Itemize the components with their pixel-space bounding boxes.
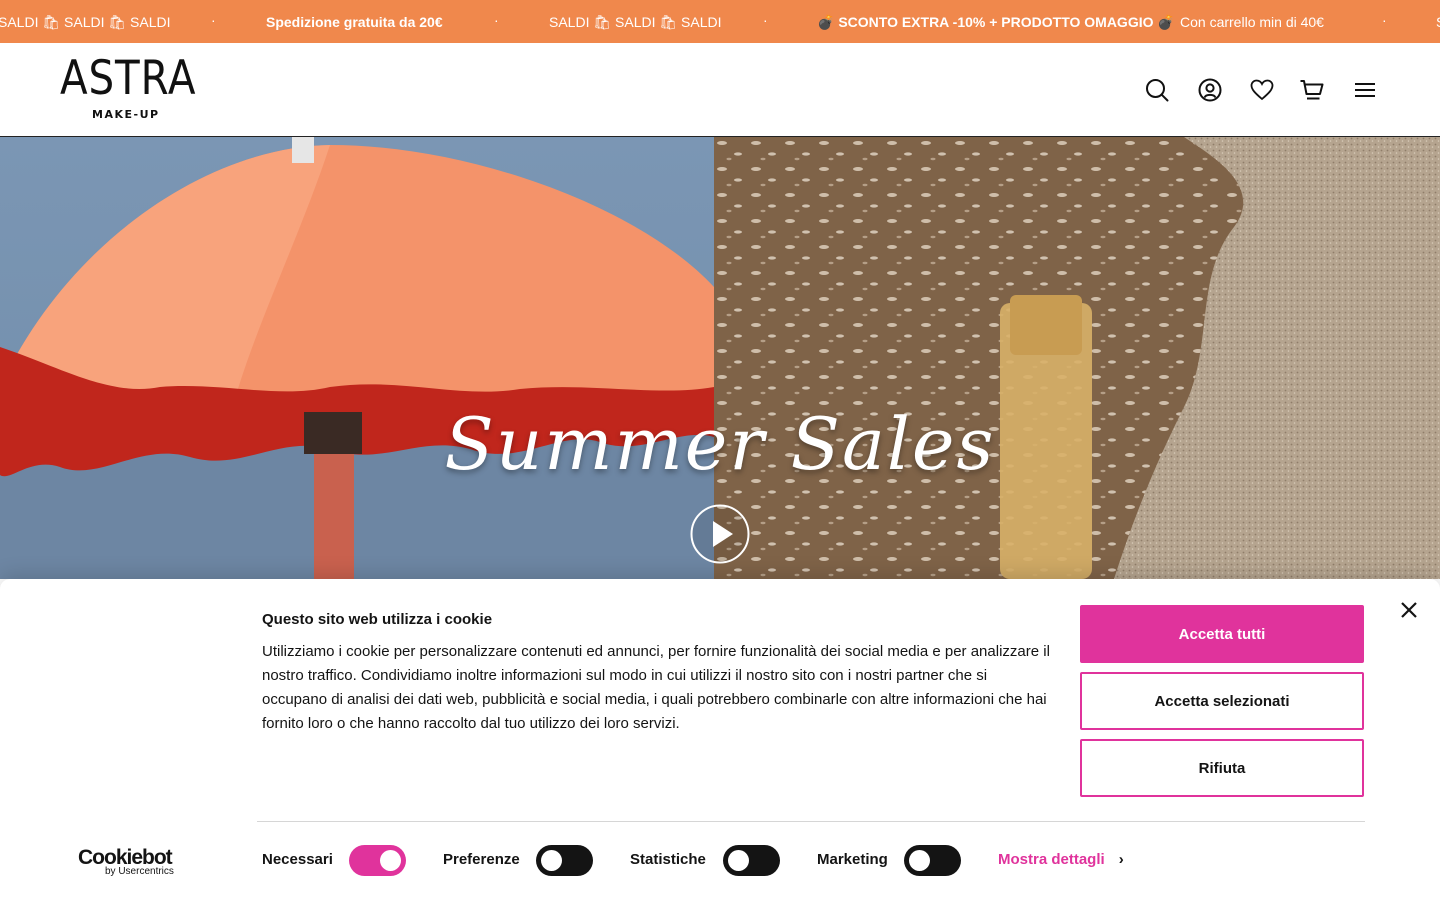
announcement-item: 💣 SCONTO EXTRA -10% + PRODOTTO OMAGGIO 💣 <box>817 14 1175 30</box>
toggle-knob <box>541 850 562 871</box>
site-header: ASTRA MAKE-UP <box>0 43 1440 137</box>
cookie-description: Utilizziamo i cookie per personalizzare … <box>262 643 1050 732</box>
close-icon[interactable] <box>1396 597 1422 623</box>
hero-video[interactable]: Summer Sales <box>0 137 1440 579</box>
play-icon[interactable] <box>690 504 750 564</box>
reject-button[interactable]: Rifiuta <box>1080 739 1364 797</box>
site-logo[interactable]: ASTRA MAKE-UP <box>60 55 202 123</box>
toggle-label-marketing: Marketing <box>817 851 888 868</box>
announcement-item: Con carrello min di 40€ <box>1180 14 1324 30</box>
show-details-link[interactable]: Mostra dettagli › <box>998 851 1124 868</box>
announcement-item: S <box>1436 14 1440 30</box>
chevron-right-icon: › <box>1118 851 1124 868</box>
announcement-item: Spedizione gratuita da 20€ <box>266 14 443 30</box>
cookiebot-byline: by Usercentrics <box>105 866 174 877</box>
toggle-label-preferences: Preferenze <box>443 851 520 868</box>
toggle-statistics[interactable] <box>723 845 780 876</box>
toggle-preferences[interactable] <box>536 845 593 876</box>
announcement-separator: · <box>494 12 499 28</box>
announcement-item: SALDI 🛍 SALDI 🛍 SALDI <box>0 14 171 30</box>
cookie-title: Questo sito web utilizza i cookie <box>262 611 493 628</box>
cart-icon[interactable] <box>1299 77 1325 103</box>
menu-icon[interactable] <box>1352 77 1378 103</box>
accept-all-button[interactable]: Accetta tutti <box>1080 605 1364 663</box>
hero-beach-panel <box>714 137 1440 579</box>
announcement-item: SALDI 🛍 SALDI 🛍 SALDI <box>549 14 722 30</box>
announcement-separator: · <box>1382 12 1387 28</box>
announcement-separator: · <box>763 12 768 28</box>
show-details-label: Mostra dettagli <box>998 851 1105 868</box>
toggle-necessary[interactable] <box>349 845 406 876</box>
cookie-consent-banner: Questo sito web utilizza i cookie Utiliz… <box>0 579 1440 900</box>
cookie-divider <box>257 821 1365 822</box>
cookiebot-logo: Cookiebot by Usercentrics <box>78 846 182 878</box>
toggle-knob <box>380 850 401 871</box>
hero-umbrella-panel <box>0 137 714 579</box>
wishlist-icon[interactable] <box>1249 77 1275 103</box>
toggle-marketing[interactable] <box>904 845 961 876</box>
beach-illustration <box>714 137 1440 579</box>
logo-tagline: MAKE-UP <box>92 108 160 121</box>
umbrella-illustration <box>0 137 714 579</box>
toggle-knob <box>728 850 749 871</box>
toggle-label-necessary: Necessari <box>262 851 333 868</box>
toggle-label-statistics: Statistiche <box>630 851 706 868</box>
announcement-separator: · <box>211 12 216 28</box>
logo-wordmark: ASTRA <box>60 51 197 106</box>
accept-selected-button[interactable]: Accetta selezionati <box>1080 672 1364 730</box>
account-icon[interactable] <box>1197 77 1223 103</box>
announcement-bar: SALDI 🛍 SALDI 🛍 SALDI · Spedizione gratu… <box>0 0 1440 43</box>
search-icon[interactable] <box>1144 77 1170 103</box>
hero-headline: Summer Sales <box>444 402 996 486</box>
toggle-knob <box>909 850 930 871</box>
